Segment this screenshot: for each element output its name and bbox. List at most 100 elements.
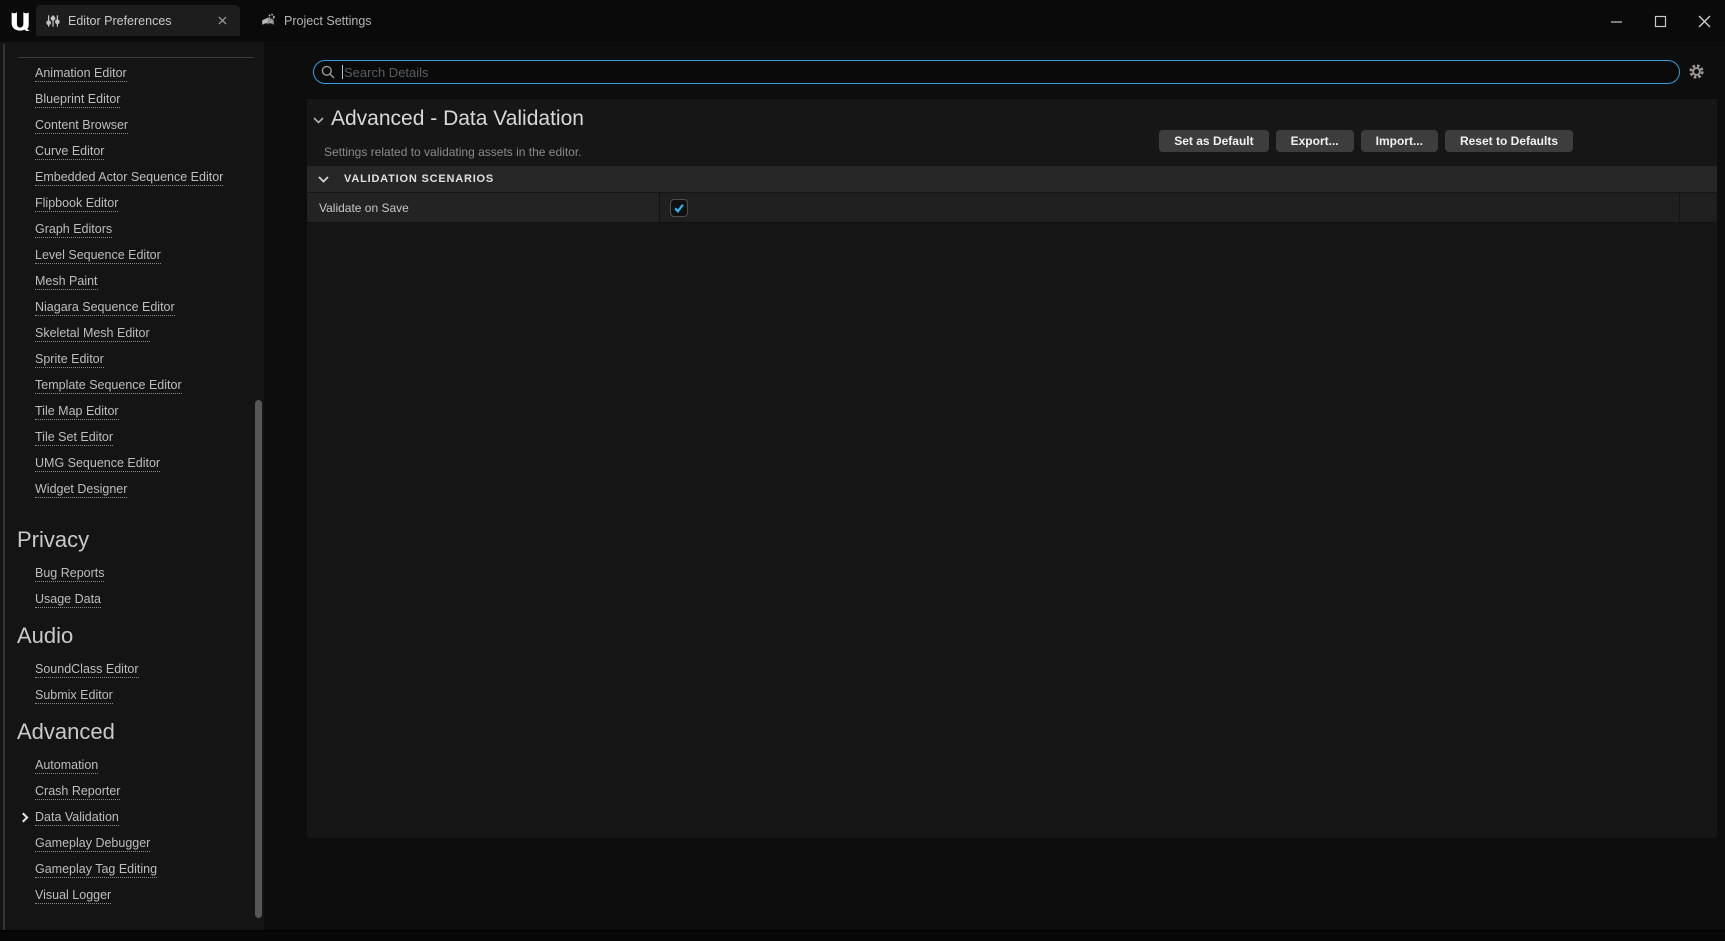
sidebar-item-label: Automation bbox=[35, 758, 98, 774]
sidebar-item-usage-data[interactable]: Usage Data bbox=[0, 587, 264, 613]
sidebar-item-label: UMG Sequence Editor bbox=[35, 456, 160, 472]
editor-preferences-window: { "titlebar": { "tabs": [ { "label": "Ed… bbox=[0, 0, 1725, 941]
sidebar-item-label: Sprite Editor bbox=[35, 352, 104, 368]
sidebar-nav: Animation Editor Blueprint Editor Content … bbox=[0, 42, 264, 909]
sidebar-item-bug-reports[interactable]: Bug Reports bbox=[0, 561, 264, 587]
collapse-chevron-icon[interactable] bbox=[313, 117, 324, 124]
sidebar-item-crash-reporter[interactable]: Crash Reporter bbox=[0, 779, 264, 805]
tab-label: Project Settings bbox=[284, 14, 372, 28]
set-as-default-button[interactable]: Set as Default bbox=[1159, 130, 1268, 152]
sliders-icon bbox=[46, 14, 60, 28]
sidebar-section: Privacy Bug Reports Usage Data bbox=[0, 523, 264, 613]
panel-title-row: Advanced - Data Validation bbox=[313, 105, 584, 133]
sidebar-item-label: Data Validation bbox=[35, 810, 119, 826]
sidebar-item-umg-sequence-editor[interactable]: UMG Sequence Editor bbox=[0, 451, 264, 477]
sidebar-item-soundclass-editor[interactable]: SoundClass Editor bbox=[0, 657, 264, 683]
window-close-button[interactable] bbox=[1697, 14, 1711, 28]
sidebar-item-widget-designer[interactable]: Widget Designer bbox=[0, 477, 264, 503]
sidebar-item-label: Usage Data bbox=[35, 592, 101, 608]
page-subtitle: Settings related to validating assets in… bbox=[324, 145, 582, 159]
sidebar-item-tile-set-editor[interactable]: Tile Set Editor bbox=[0, 425, 264, 451]
sidebar-item-mesh-paint[interactable]: Mesh Paint bbox=[0, 269, 264, 295]
expand-arrow-icon[interactable] bbox=[20, 813, 28, 821]
sidebar-item-data-validation[interactable]: Data Validation bbox=[0, 805, 264, 831]
sidebar-item-label: Bug Reports bbox=[35, 566, 104, 582]
section-validation-scenarios[interactable]: VALIDATION SCENARIOS bbox=[307, 166, 1717, 192]
sidebar-section: Animation Editor Blueprint Editor Content … bbox=[0, 61, 264, 503]
sidebar-section: Audio SoundClass Editor Submix Editor bbox=[0, 619, 264, 709]
sidebar-item-label: Curve Editor bbox=[35, 144, 104, 160]
sidebar-item-label: Level Sequence Editor bbox=[35, 248, 161, 264]
sidebar-item-label: Tile Map Editor bbox=[35, 404, 119, 420]
window-left-edge bbox=[3, 44, 5, 930]
sidebar-item-content-browser[interactable]: Content Browser bbox=[0, 113, 264, 139]
sidebar-item-blueprint-editor[interactable]: Blueprint Editor bbox=[0, 87, 264, 113]
sidebar-item-label: Visual Logger bbox=[35, 888, 111, 904]
section-chevron-down-icon bbox=[318, 176, 329, 183]
search-details-input[interactable] bbox=[313, 60, 1680, 84]
tab-close-icon[interactable] bbox=[214, 13, 230, 29]
sidebar-item-label: Template Sequence Editor bbox=[35, 378, 182, 394]
titlebar: Editor Preferences Project Settings bbox=[0, 0, 1725, 42]
sidebar-item-gameplay-tag-editing[interactable]: Gameplay Tag Editing bbox=[0, 857, 264, 883]
sidebar-item-graph-editors[interactable]: Graph Editors bbox=[0, 217, 264, 243]
property-reset-cell bbox=[1680, 193, 1717, 222]
sidebar-item-label: Gameplay Tag Editing bbox=[35, 862, 157, 878]
sidebar-item-label: Skeletal Mesh Editor bbox=[35, 326, 150, 342]
validate-on-save-checkbox[interactable] bbox=[670, 199, 688, 217]
tab-project-settings[interactable]: Project Settings bbox=[248, 5, 384, 36]
sidebar-item-label: Widget Designer bbox=[35, 482, 127, 498]
property-value-cell bbox=[660, 193, 1680, 222]
sidebar-item-level-sequence-editor[interactable]: Level Sequence Editor bbox=[0, 243, 264, 269]
sidebar-item-automation[interactable]: Automation bbox=[0, 753, 264, 779]
header-buttons: Set as Default Export... Import... Reset… bbox=[1159, 130, 1573, 152]
sidebar-item-label: Embedded Actor Sequence Editor bbox=[35, 170, 223, 186]
sidebar-item-gameplay-debugger[interactable]: Gameplay Debugger bbox=[0, 831, 264, 857]
settings-panel: Advanced - Data Validation Settings rela… bbox=[307, 98, 1717, 838]
import-button[interactable]: Import... bbox=[1361, 130, 1438, 152]
settings-category-sidebar: Animation Editor Blueprint Editor Content … bbox=[0, 42, 264, 930]
sidebar-section-header-audio: Audio bbox=[0, 619, 264, 653]
search-details-box bbox=[313, 60, 1680, 84]
sidebar-item-label: Content Browser bbox=[35, 118, 128, 134]
export-button[interactable]: Export... bbox=[1276, 130, 1354, 152]
sidebar-item-label: Mesh Paint bbox=[35, 274, 98, 290]
tab-editor-preferences[interactable]: Editor Preferences bbox=[36, 5, 240, 36]
sidebar-item-label: SoundClass Editor bbox=[35, 662, 139, 678]
sidebar-item-submix-editor[interactable]: Submix Editor bbox=[0, 683, 264, 709]
sidebar-item-animation-editor[interactable]: Animation Editor bbox=[0, 61, 264, 87]
property-row-validate-on-save: Validate on Save bbox=[307, 193, 1717, 223]
sidebar-item-label: Crash Reporter bbox=[35, 784, 120, 800]
sidebar-item-flipbook-editor[interactable]: Flipbook Editor bbox=[0, 191, 264, 217]
sidebar-scrollbar-thumb[interactable] bbox=[255, 400, 262, 918]
sidebar-item-sprite-editor[interactable]: Sprite Editor bbox=[0, 347, 264, 373]
window-maximize-button[interactable] bbox=[1653, 14, 1667, 28]
window-bottom-edge bbox=[0, 930, 1725, 941]
checkmark-icon bbox=[673, 202, 685, 214]
sidebar-item-label: Flipbook Editor bbox=[35, 196, 118, 212]
tab-label: Editor Preferences bbox=[68, 14, 172, 28]
project-settings-icon bbox=[260, 13, 276, 29]
sidebar-item-visual-logger[interactable]: Visual Logger bbox=[0, 883, 264, 909]
reset-to-defaults-button[interactable]: Reset to Defaults bbox=[1445, 130, 1573, 152]
sidebar-item-skeletal-mesh-editor[interactable]: Skeletal Mesh Editor bbox=[0, 321, 264, 347]
sidebar-item-embedded-actor-sequence-editor[interactable]: Embedded Actor Sequence Editor bbox=[0, 165, 264, 191]
sidebar-section: Advanced Automation Crash Reporter Data Val… bbox=[0, 715, 264, 909]
sidebar-section-header-advanced: Advanced bbox=[0, 715, 264, 749]
sidebar-item-label: Graph Editors bbox=[35, 222, 112, 238]
sidebar-item-label: Blueprint Editor bbox=[35, 92, 120, 108]
property-name-label: Validate on Save bbox=[319, 201, 409, 215]
sidebar-item-label: Animation Editor bbox=[35, 66, 127, 82]
sidebar-section-header-privacy: Privacy bbox=[0, 523, 264, 557]
sidebar-item-curve-editor[interactable]: Curve Editor bbox=[0, 139, 264, 165]
section-label: VALIDATION SCENARIOS bbox=[344, 173, 494, 185]
sidebar-item-template-sequence-editor[interactable]: Template Sequence Editor bbox=[0, 373, 264, 399]
sidebar-item-niagara-sequence-editor[interactable]: Niagara Sequence Editor bbox=[0, 295, 264, 321]
sidebar-item-label: Submix Editor bbox=[35, 688, 113, 704]
search-settings-gear-icon[interactable] bbox=[1688, 63, 1705, 80]
sidebar-item-tile-map-editor[interactable]: Tile Map Editor bbox=[0, 399, 264, 425]
sidebar-item-label: Niagara Sequence Editor bbox=[35, 300, 175, 316]
text-caret bbox=[342, 65, 343, 79]
sidebar-item-label: Tile Set Editor bbox=[35, 430, 113, 446]
window-minimize-button[interactable] bbox=[1609, 14, 1623, 28]
